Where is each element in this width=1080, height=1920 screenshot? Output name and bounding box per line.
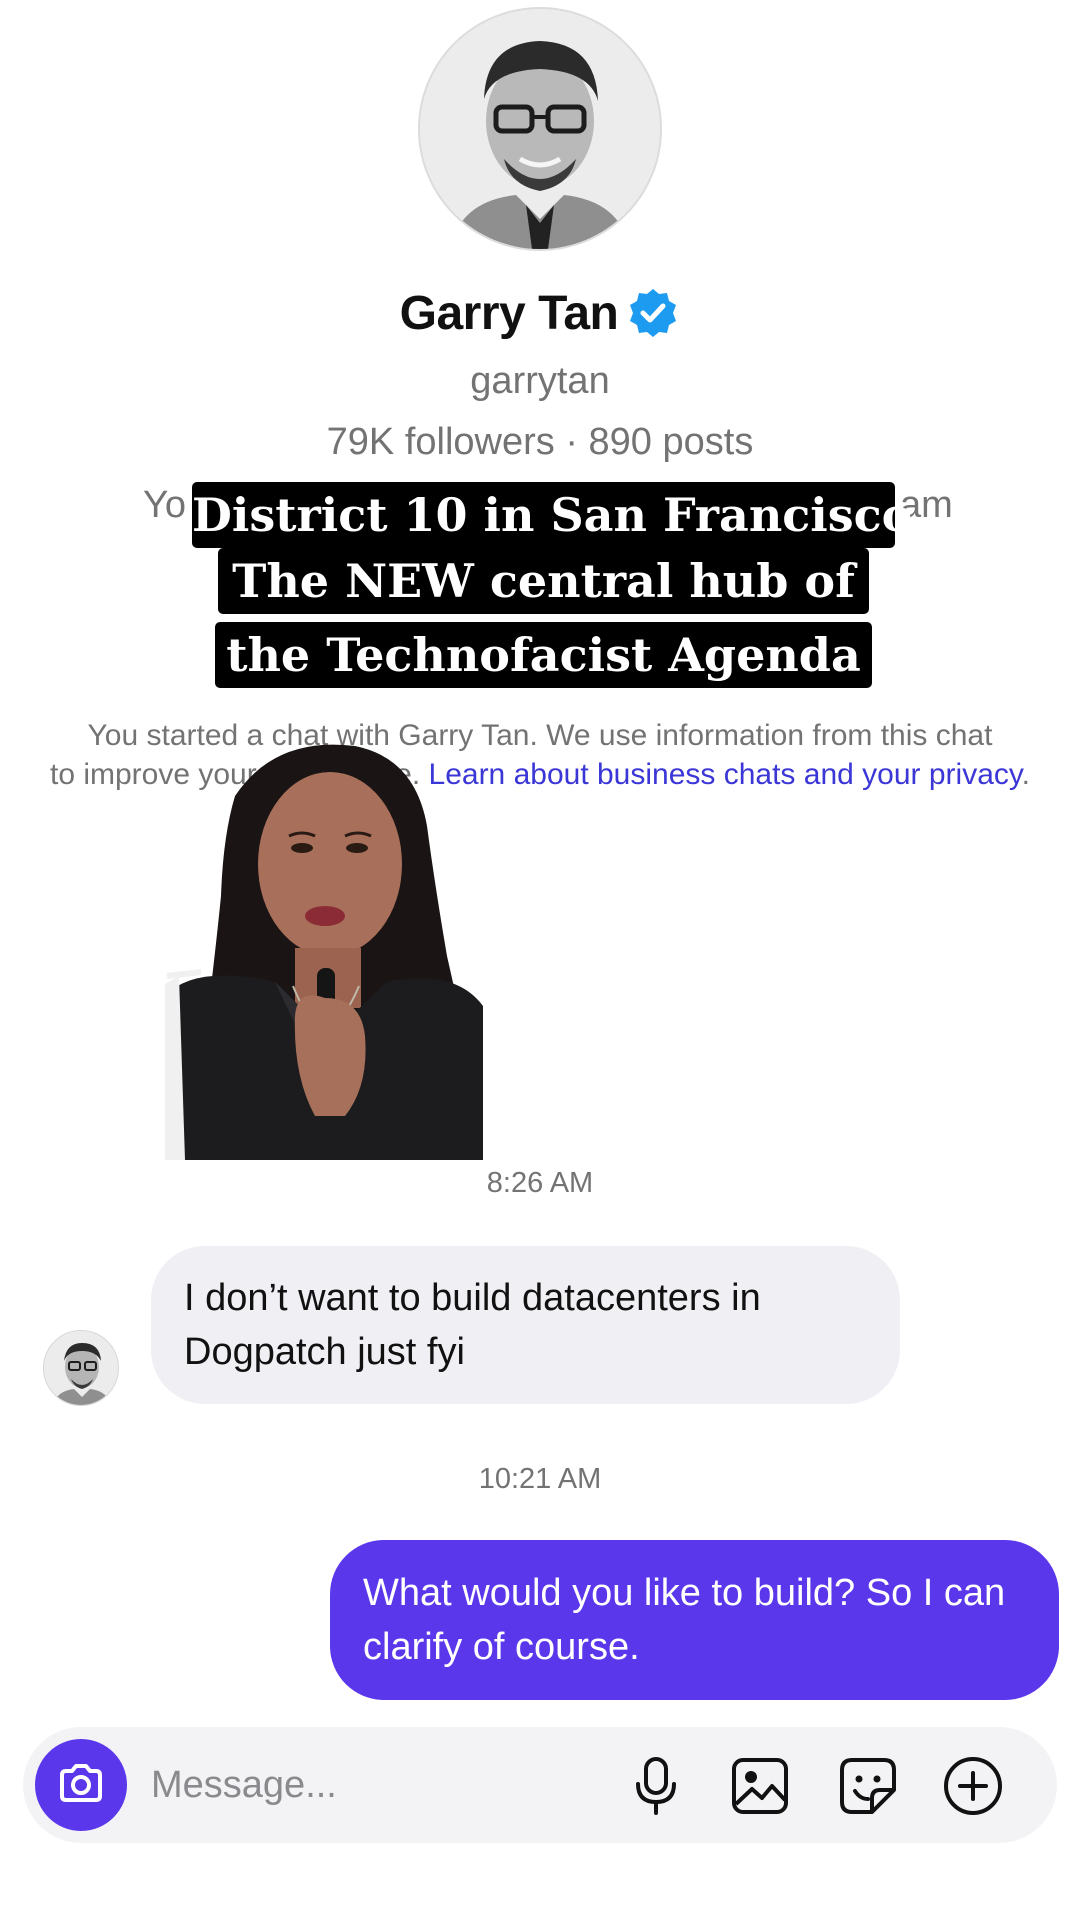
video-caption-line-3: the Technofacist Agenda xyxy=(215,622,872,688)
video-caption-line-2: The NEW central hub of xyxy=(218,548,869,614)
message-composer xyxy=(23,1727,1057,1843)
verified-badge-icon xyxy=(626,286,680,340)
message-input[interactable] xyxy=(151,1757,481,1813)
message-timestamp: 10:21 AM xyxy=(478,1463,602,1495)
business-chats-privacy-link[interactable]: Learn about business chats and your priv… xyxy=(429,758,1022,791)
video-caption-line-1: District 10 in San Francisco xyxy=(192,482,912,548)
outgoing-message-bubble[interactable]: What would you like to build? So I can c… xyxy=(330,1540,1059,1700)
profile-avatar[interactable] xyxy=(418,7,662,251)
sticker-icon[interactable] xyxy=(837,1755,899,1817)
sender-avatar[interactable] xyxy=(43,1330,119,1406)
gallery-icon[interactable] xyxy=(729,1755,791,1817)
camera-icon xyxy=(58,1763,104,1808)
microphone-icon[interactable] xyxy=(625,1755,687,1817)
profile-handle: garrytan xyxy=(470,360,610,402)
creator-video-overlay xyxy=(165,736,483,1160)
incoming-message-bubble[interactable]: I don’t want to build datacenters in Dog… xyxy=(151,1246,900,1404)
profile-name: Garry Tan xyxy=(399,286,619,340)
profile-view-text-left: Yo xyxy=(143,484,186,526)
plus-circle-icon[interactable] xyxy=(942,1755,1004,1817)
profile-stats: 79K followers · 890 posts xyxy=(326,421,754,463)
camera-button[interactable] xyxy=(35,1739,127,1831)
message-timestamp: 8:26 AM xyxy=(486,1167,594,1199)
profile-name-row: Garry Tan xyxy=(0,283,1080,343)
